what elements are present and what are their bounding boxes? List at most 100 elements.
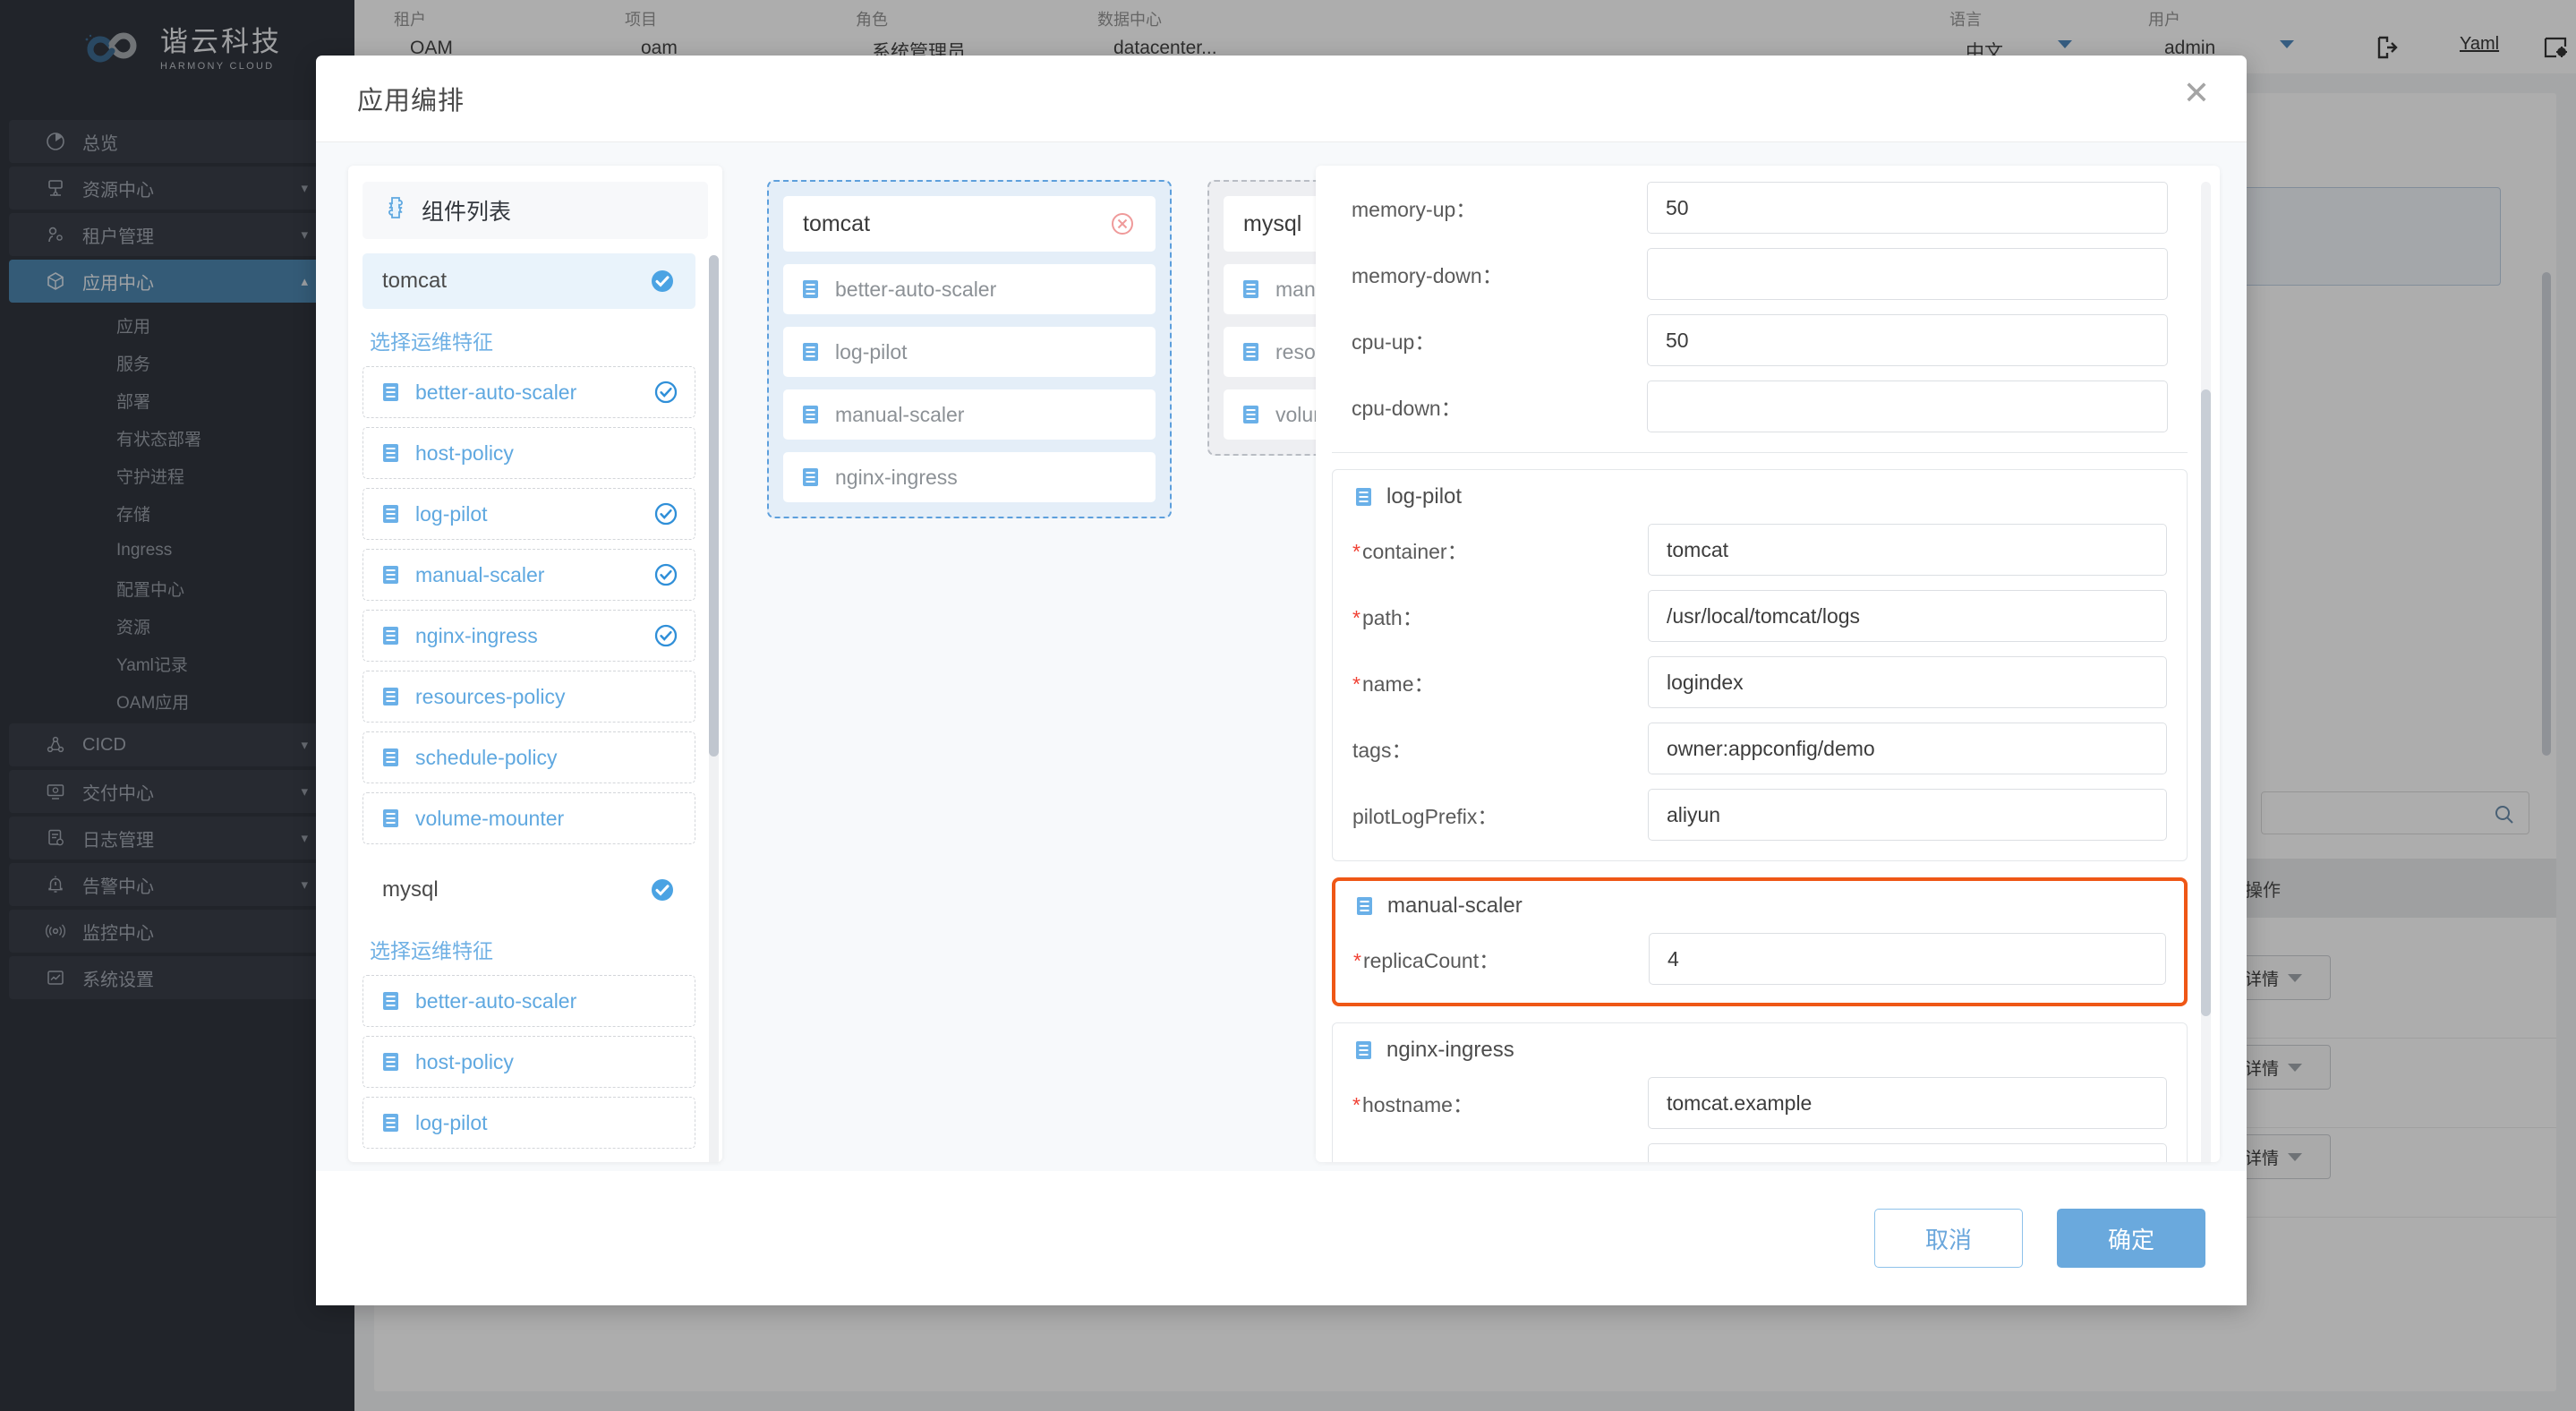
trait-name: volume-mounter — [415, 806, 565, 830]
canvas-trait-name: nginx-ingress — [835, 465, 958, 489]
field-input-hostname[interactable]: tomcat.example — [1648, 1077, 2167, 1129]
close-icon[interactable]: ✕ — [2179, 75, 2214, 111]
trait-icon — [380, 563, 403, 586]
trait-icon — [380, 807, 403, 830]
canvas-trait-name: log-pilot — [835, 339, 908, 363]
form-row-cpu-down: cpu-down： — [1352, 377, 2168, 436]
form-section-better-auto-scaler: memory-up： 50 memory-down： cpu-up： 50 cp… — [1332, 178, 2188, 453]
trait-config-form-panel: memory-up： 50 memory-down： cpu-up： 50 cp… — [1316, 166, 2220, 1162]
field-label: memory-down： — [1352, 264, 1503, 287]
trait-name: host-policy — [415, 1049, 514, 1073]
component-list-header: 组件列表 — [363, 182, 708, 239]
required-marker: * — [1352, 1093, 1361, 1116]
field-label: *hostname： — [1352, 1093, 1473, 1116]
canvas-node-tomcat[interactable]: tomcat better-auto-scaler log-pilot manu… — [767, 180, 1172, 518]
field-input-pilotlogprefix[interactable]: aliyun — [1648, 789, 2167, 841]
trait-name: log-pilot — [415, 501, 488, 526]
form-section-log-pilot: log-pilot *container： tomcat *path： /usr… — [1332, 469, 2188, 861]
field-input-path[interactable]: /usr/local/tomcat/logs — [1648, 590, 2167, 642]
trait-icon — [380, 441, 403, 465]
trait-item-resources-policy[interactable]: resources-policy — [363, 671, 695, 723]
form-scroll-area: memory-up： 50 memory-down： cpu-up： 50 cp… — [1332, 178, 2193, 1162]
canvas-node-trait[interactable]: better-auto-scaler — [783, 264, 1156, 314]
field-label: *container： — [1352, 540, 1468, 563]
field-input-memory-up[interactable]: 50 — [1647, 182, 2168, 234]
field-label: pilotLogPrefix： — [1352, 805, 1498, 828]
form-row-name: *name： logindex — [1352, 653, 2167, 712]
trait-item-better-auto-scaler[interactable]: better-auto-scaler — [363, 366, 695, 418]
form-section-title-label: manual-scaler — [1387, 894, 1523, 918]
form-row-pilotlogprefix: pilotLogPrefix： aliyun — [1352, 785, 2167, 844]
field-label: *path： — [1352, 606, 1423, 629]
trait-item-host-policy-mysql[interactable]: host-policy — [363, 1036, 695, 1088]
trait-icon — [799, 466, 823, 489]
confirm-button[interactable]: 确定 — [2057, 1209, 2205, 1268]
component-list-scrollbar-thumb[interactable] — [709, 255, 719, 757]
puzzle-icon — [382, 194, 409, 227]
trait-icon — [799, 340, 823, 363]
canvas-trait-name: manual-scaler — [835, 402, 965, 426]
form-section-manual-scaler: manual-scaler *replicaCount： 4 — [1332, 877, 2188, 1006]
field-label: tags： — [1352, 739, 1412, 762]
remove-circle-icon[interactable] — [1109, 210, 1136, 237]
trait-item-nginx-ingress[interactable]: nginx-ingress — [363, 610, 695, 662]
field-label: *replicaCount： — [1353, 949, 1500, 972]
component-list-header-label: 组件列表 — [422, 200, 512, 225]
field-input-memory-down[interactable] — [1647, 248, 2168, 300]
dialog-footer: 取消 确定 — [316, 1171, 2247, 1305]
trait-icon — [380, 1111, 403, 1134]
trait-icon — [380, 685, 403, 708]
trait-icon — [380, 624, 403, 647]
canvas-node-trait[interactable]: nginx-ingress — [783, 452, 1156, 502]
canvas-trait-name: better-auto-scaler — [835, 277, 997, 301]
trait-item-volume-mounter[interactable]: volume-mounter — [363, 792, 695, 844]
check-outline-icon — [653, 501, 678, 526]
form-section-title: log-pilot — [1352, 484, 2167, 509]
trait-name: resources-policy — [415, 684, 566, 708]
trait-icon — [380, 989, 403, 1013]
form-row-cpu-up: cpu-up： 50 — [1352, 311, 2168, 370]
field-label: servicePort： — [1352, 1154, 1648, 1162]
canvas-node-name: tomcat — [803, 210, 871, 236]
trait-name: manual-scaler — [415, 562, 545, 586]
form-section-title-label: log-pilot — [1386, 484, 1463, 509]
dialog-title: 应用编排 — [357, 87, 465, 115]
form-row-replicacount: *replicaCount： 4 — [1353, 929, 2166, 988]
required-marker: * — [1353, 949, 1361, 972]
required-marker: * — [1352, 540, 1361, 563]
canvas-node-trait[interactable]: manual-scaler — [783, 389, 1156, 440]
form-row-memory-up: memory-up： 50 — [1352, 178, 2168, 237]
trait-item-host-policy[interactable]: host-policy — [363, 427, 695, 479]
field-input-container[interactable]: tomcat — [1648, 524, 2167, 576]
field-input-replicacount[interactable]: 4 — [1649, 933, 2166, 985]
trait-item-log-pilot[interactable]: log-pilot — [363, 488, 695, 540]
orchestration-canvas[interactable]: tomcat better-auto-scaler log-pilot manu… — [749, 166, 1612, 1162]
form-row-memory-down: memory-down： — [1352, 244, 2168, 304]
trait-icon — [1352, 485, 1376, 509]
field-input-serviceport[interactable]: 8080 — [1648, 1143, 2167, 1162]
form-row-hostname: *hostname： tomcat.example — [1352, 1073, 2167, 1133]
field-label: cpu-up： — [1352, 330, 1436, 354]
trait-item-schedule-policy[interactable]: schedule-policy — [363, 731, 695, 783]
field-input-cpu-up[interactable]: 50 — [1647, 314, 2168, 366]
cancel-button[interactable]: 取消 — [1874, 1209, 2023, 1268]
field-label: memory-up： — [1352, 198, 1477, 221]
trait-item-better-auto-scaler-mysql[interactable]: better-auto-scaler — [363, 975, 695, 1027]
component-item-mysql[interactable]: mysql — [363, 862, 695, 918]
form-row-container: *container： tomcat — [1352, 520, 2167, 579]
form-row-path: *path： /usr/local/tomcat/logs — [1352, 586, 2167, 646]
form-scrollbar-thumb[interactable] — [2201, 389, 2211, 1016]
trait-item-log-pilot-mysql[interactable]: log-pilot — [363, 1097, 695, 1149]
canvas-node-trait[interactable]: log-pilot — [783, 327, 1156, 377]
field-input-name[interactable]: logindex — [1648, 656, 2167, 708]
field-input-tags[interactable]: owner:appconfig/demo — [1648, 723, 2167, 774]
field-input-cpu-down[interactable] — [1647, 381, 2168, 432]
component-item-tomcat[interactable]: tomcat — [363, 253, 695, 309]
form-section-title-label: nginx-ingress — [1386, 1038, 1514, 1062]
trait-item-manual-scaler[interactable]: manual-scaler — [363, 549, 695, 601]
trait-icon — [799, 403, 823, 426]
trait-icon — [1240, 403, 1263, 426]
component-name: mysql — [382, 877, 439, 902]
trait-icon — [380, 502, 403, 526]
check-outline-icon — [653, 623, 678, 648]
